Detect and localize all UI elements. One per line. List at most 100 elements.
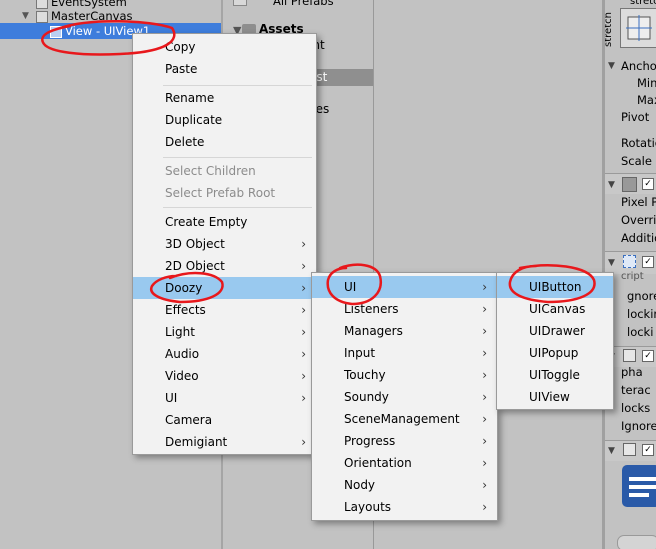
submenu-arrow-icon: › xyxy=(301,303,306,317)
expand-arrow-icon[interactable]: ▼ xyxy=(608,61,615,71)
menu-item-ui[interactable]: UI › xyxy=(133,387,316,409)
menu-item-video[interactable]: Video › xyxy=(133,365,316,387)
submenu-arrow-icon: › xyxy=(301,237,306,251)
menu-item-doozy-ui[interactable]: UI › xyxy=(312,276,497,298)
raycaster-icon xyxy=(623,255,636,268)
interactable-label: terac xyxy=(621,383,651,397)
component-enabled-checkbox[interactable]: ✓ xyxy=(642,444,654,456)
submenu-arrow-icon: › xyxy=(301,325,306,339)
expand-arrow-icon[interactable]: ▼ xyxy=(22,8,29,24)
rotation-label: Rotatio xyxy=(621,136,656,150)
menu-item-listeners[interactable]: Listeners › xyxy=(312,298,497,320)
menu-item-delete[interactable]: Delete xyxy=(133,131,316,153)
menu-item-layouts[interactable]: Layouts › xyxy=(312,496,497,518)
submenu-arrow-icon: › xyxy=(301,281,306,295)
menu-item-nody[interactable]: Nody › xyxy=(312,474,497,496)
menu-item-uidrawer[interactable]: UIDrawer xyxy=(497,320,613,342)
menu-item-create-empty[interactable]: Create Empty xyxy=(133,211,316,233)
alpha-label: pha xyxy=(621,365,643,379)
menu-item-soundy[interactable]: Soundy › xyxy=(312,386,497,408)
submenu-arrow-icon: › xyxy=(482,302,487,316)
scale-label: Scale xyxy=(621,154,652,168)
hierarchy-item-label: MasterCanvas xyxy=(51,9,133,23)
menu-item-select-children: Select Children xyxy=(165,164,256,178)
submenu-arrow-icon: › xyxy=(482,280,487,294)
uiview-component-icon xyxy=(622,465,656,507)
gameobject-icon xyxy=(50,26,62,38)
menu-separator xyxy=(163,207,312,208)
anchor-preset-label: stretch xyxy=(630,0,656,7)
menu-item-uipopup[interactable]: UIPopup xyxy=(497,342,613,364)
anchors-label: Ancho xyxy=(621,59,656,73)
additional-channels-label: Additio xyxy=(621,231,656,245)
canvasgroup-icon xyxy=(623,349,636,362)
menu-item-demigiant[interactable]: Demigiant › xyxy=(133,431,316,453)
component-icon xyxy=(622,177,637,192)
ignore-parent-groups-label: Ignore xyxy=(621,419,656,433)
menu-item-effects[interactable]: Effects › xyxy=(133,299,316,321)
component-enabled-checkbox[interactable]: ✓ xyxy=(642,350,654,362)
menu-item-managers[interactable]: Managers › xyxy=(312,320,497,342)
script-label: cript xyxy=(621,271,644,282)
menu-item-doozy[interactable]: Doozy › xyxy=(133,277,316,299)
ignore-reversed-label: gnore xyxy=(627,289,656,303)
ui-submenu: UIButton UICanvas UIDrawer UIPopup UITog… xyxy=(496,272,614,410)
expand-arrow-icon[interactable]: ▼ xyxy=(608,180,615,190)
menu-item-uicanvas[interactable]: UICanvas xyxy=(497,298,613,320)
menu-item-copy[interactable]: Copy xyxy=(133,36,316,58)
menu-item-paste[interactable]: Paste xyxy=(133,58,316,80)
menu-item-duplicate[interactable]: Duplicate xyxy=(133,109,316,131)
expand-arrow-icon[interactable]: ▼ xyxy=(608,258,615,268)
menu-item-light[interactable]: Light › xyxy=(133,321,316,343)
menu-item-audio[interactable]: Audio › xyxy=(133,343,316,365)
submenu-arrow-icon: › xyxy=(301,259,306,273)
submenu-arrow-icon: › xyxy=(301,435,306,449)
blocking-objects-label: locking xyxy=(627,307,656,321)
menu-item-progress[interactable]: Progress › xyxy=(312,430,497,452)
anchor-max-label: Max xyxy=(637,93,656,107)
submenu-arrow-icon: › xyxy=(482,478,487,492)
submenu-arrow-icon: › xyxy=(482,434,487,448)
anchor-presets-button[interactable] xyxy=(620,8,656,48)
menu-item-touchy[interactable]: Touchy › xyxy=(312,364,497,386)
anchor-preset-icon xyxy=(626,15,652,41)
blocks-raycasts-label: locks xyxy=(621,401,651,415)
menu-item-rename[interactable]: Rename xyxy=(133,87,316,109)
toggle-pill[interactable] xyxy=(617,535,656,549)
pixel-perfect-label: Pixel P xyxy=(621,195,656,209)
component-enabled-checkbox[interactable]: ✓ xyxy=(642,178,654,190)
submenu-arrow-icon: › xyxy=(482,412,487,426)
blocking-mask-label: locki xyxy=(627,325,654,339)
submenu-arrow-icon: › xyxy=(482,456,487,470)
anchor-min-label: Min xyxy=(637,76,656,90)
menu-separator xyxy=(163,157,312,158)
override-sorting-label: Overri xyxy=(621,213,656,227)
menu-item-2d-object[interactable]: 2D Object › xyxy=(133,255,316,277)
menu-item-3d-object[interactable]: 3D Object › xyxy=(133,233,316,255)
menu-item-uibutton[interactable]: UIButton xyxy=(497,276,613,298)
context-menu: Copy Paste Rename Duplicate Delete Selec… xyxy=(132,33,317,455)
expand-arrow-icon[interactable]: ▼ xyxy=(608,446,615,456)
menu-item-camera[interactable]: Camera xyxy=(133,409,316,431)
pivot-label: Pivot xyxy=(621,110,650,124)
menu-item-scenemanagement[interactable]: SceneManagement › xyxy=(312,408,497,430)
submenu-arrow-icon: › xyxy=(482,324,487,338)
submenu-arrow-icon: › xyxy=(301,391,306,405)
component-enabled-checkbox[interactable]: ✓ xyxy=(642,256,654,268)
script-icon xyxy=(623,443,636,456)
menu-item-input[interactable]: Input › xyxy=(312,342,497,364)
menu-separator xyxy=(163,85,312,86)
menu-item-select-prefab-root: Select Prefab Root xyxy=(165,186,276,200)
hierarchy-item-mastercanvas[interactable]: ▼ MasterCanvas xyxy=(0,8,221,24)
menu-item-orientation[interactable]: Orientation › xyxy=(312,452,497,474)
doozy-submenu: UI › Listeners › Managers › Input › Touchy › … xyxy=(311,272,498,521)
menu-item-uiview[interactable]: UIView xyxy=(497,386,613,408)
submenu-arrow-icon: › xyxy=(301,369,306,383)
search-icon xyxy=(233,0,247,6)
anchor-preset-side-label: stretch xyxy=(605,12,614,47)
all-prefabs-label[interactable]: All Prefabs xyxy=(273,0,334,8)
submenu-arrow-icon: › xyxy=(482,500,487,514)
submenu-arrow-icon: › xyxy=(482,346,487,360)
menu-item-uitoggle[interactable]: UIToggle xyxy=(497,364,613,386)
submenu-arrow-icon: › xyxy=(301,347,306,361)
